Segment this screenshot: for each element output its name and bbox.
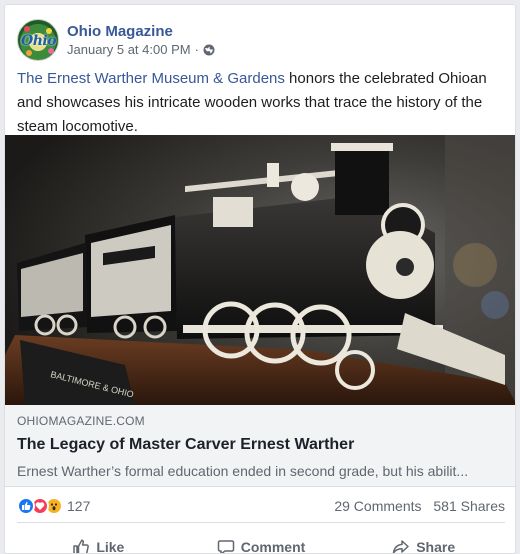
- thumbs-up-icon: [73, 539, 90, 553]
- avatar-logo-text: Ohio: [21, 33, 57, 49]
- link-domain: OHIOMAGAZINE.COM: [17, 414, 145, 428]
- timestamp-row: January 5 at 4:00 PM ·: [67, 41, 215, 59]
- engagement-counts: 29 Comments 581 Shares: [334, 498, 505, 514]
- like-button[interactable]: Like: [17, 525, 180, 554]
- post-header: Ohio Ohio Magazine January 5 at 4:00 PM …: [17, 17, 215, 63]
- comments-count[interactable]: 29 Comments: [334, 498, 421, 514]
- share-button[interactable]: Share: [342, 525, 505, 554]
- timestamp[interactable]: January 5 at 4:00 PM: [67, 41, 191, 59]
- reaction-count: 127: [67, 497, 91, 514]
- post-stats: 127 29 Comments 581 Shares: [17, 489, 505, 523]
- separator: ·: [194, 41, 199, 57]
- avatar[interactable]: Ohio: [17, 19, 59, 61]
- locomotive-photo: BALTIMORE & OHIO: [5, 135, 515, 405]
- post-meta: Ohio Magazine January 5 at 4:00 PM ·: [67, 22, 215, 59]
- comment-label: Comment: [240, 539, 306, 554]
- link-description: Ernest Warther’s formal education ended …: [17, 463, 469, 479]
- link-preview[interactable]: OHIOMAGAZINE.COM The Legacy of Master Ca…: [5, 405, 515, 487]
- reactions-summary[interactable]: 127: [17, 496, 91, 515]
- page-name[interactable]: Ohio Magazine: [67, 22, 215, 41]
- comment-icon: [217, 540, 234, 553]
- post-card: Ohio Ohio Magazine January 5 at 4:00 PM …: [4, 4, 516, 554]
- share-icon: [392, 540, 409, 553]
- link-title[interactable]: The Legacy of Master Carver Ernest Warth…: [17, 433, 505, 457]
- share-label: Share: [416, 539, 456, 554]
- action-bar: Like Comment Share: [17, 525, 505, 554]
- globe-icon[interactable]: [203, 44, 215, 56]
- shares-count[interactable]: 581 Shares: [433, 498, 505, 514]
- like-icon: [17, 496, 35, 515]
- comment-button[interactable]: Comment: [180, 525, 343, 554]
- post-image[interactable]: BALTIMORE & OHIO: [5, 135, 515, 405]
- post-text: The Ernest Warther Museum & Gardens hono…: [17, 67, 497, 139]
- museum-link[interactable]: The Ernest Warther Museum & Gardens: [17, 70, 285, 87]
- like-label: Like: [96, 539, 125, 554]
